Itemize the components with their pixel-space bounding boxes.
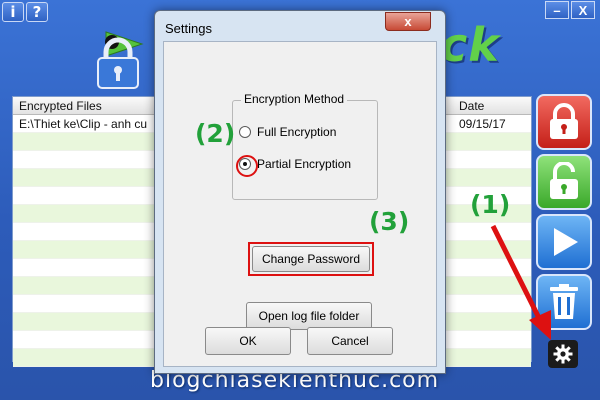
settings-dialog: Settings x Encryption Method Full Encryp… [154, 10, 446, 374]
dialog-body: Encryption Method Full Encryption Partia… [163, 41, 437, 367]
annotation-step-3: (3) [369, 207, 410, 236]
minimize-button[interactable]: – [545, 1, 569, 19]
info-icon: i [10, 3, 16, 21]
close-button[interactable]: X [571, 1, 595, 19]
column-header-files[interactable]: Encrypted Files [19, 99, 102, 113]
radio-partial-encryption[interactable]: Partial Encryption [236, 155, 352, 177]
radio-full-encryption[interactable]: Full Encryption [239, 125, 336, 139]
radio-label-full: Full Encryption [257, 125, 337, 139]
radio-label-partial: Partial Encryption [257, 157, 352, 171]
close-icon: X [578, 2, 588, 18]
annotation-arrow [490, 224, 551, 340]
ok-button[interactable]: OK [205, 327, 291, 355]
info-button[interactable]: i [2, 2, 24, 22]
group-title: Encryption Method [241, 92, 348, 106]
dialog-close-button[interactable]: x [385, 12, 431, 31]
open-log-label: Open log file folder [258, 309, 360, 323]
change-password-button[interactable]: Change Password [252, 246, 370, 272]
date-cell: 09/15/17 [459, 117, 506, 131]
minimize-icon: – [553, 2, 561, 18]
window-controls: – X [545, 0, 600, 22]
locked-padlock-icon [550, 103, 578, 139]
file-path-cell: E:\Thiet ke\Clip - anh cu [19, 117, 148, 131]
gear-icon [553, 344, 573, 364]
cancel-button[interactable]: Cancel [307, 327, 393, 355]
change-password-label: Change Password [261, 252, 361, 266]
app-logo-text: ck [440, 18, 500, 72]
open-log-folder-button[interactable]: Open log file folder [246, 302, 372, 330]
unlocked-padlock-icon [550, 162, 578, 199]
ok-label: OK [239, 334, 257, 348]
close-icon: x [404, 14, 412, 29]
highlight-circle [236, 155, 258, 177]
decrypt-button[interactable] [536, 154, 592, 210]
encrypt-button[interactable] [536, 94, 592, 150]
radio-circle-selected[interactable] [236, 155, 258, 177]
annotation-step-2: (2) [195, 119, 236, 148]
settings-button[interactable] [548, 340, 578, 368]
cancel-label: Cancel [331, 334, 369, 348]
padlock-logo-icon [97, 31, 144, 89]
help-button[interactable]: ? [26, 2, 48, 22]
radio-circle[interactable] [239, 126, 251, 138]
encryption-method-group: Encryption Method Full Encryption Partia… [232, 92, 378, 200]
help-icon: ? [32, 3, 42, 21]
column-header-date[interactable]: Date [459, 99, 484, 113]
annotation-step-1: (1) [470, 190, 511, 219]
dialog-title: Settings [165, 21, 212, 36]
